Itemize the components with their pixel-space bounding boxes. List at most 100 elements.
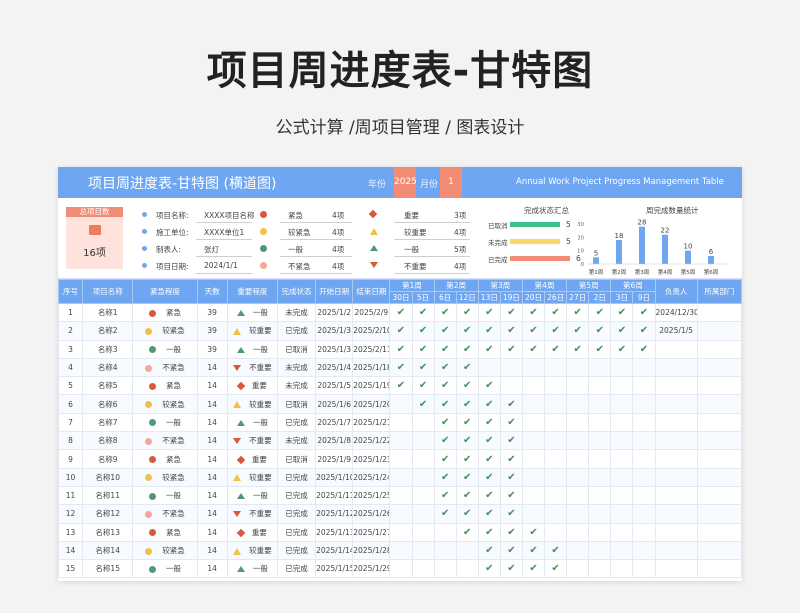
- gantt-cell[interactable]: ✔: [499, 412, 523, 433]
- cell-dept[interactable]: [696, 522, 742, 542]
- cell-start[interactable]: 2025/1/14: [315, 540, 354, 561]
- cell-urgency[interactable]: 较紧急: [132, 321, 198, 341]
- cell-status[interactable]: 未完成: [276, 357, 317, 378]
- gantt-cell[interactable]: ✔: [566, 302, 590, 323]
- cell-name[interactable]: 名称14: [82, 540, 134, 561]
- cell-name[interactable]: 名称10: [82, 467, 134, 487]
- gantt-cell[interactable]: [521, 412, 546, 433]
- gantt-cell[interactable]: [544, 504, 568, 524]
- cell-dept[interactable]: [696, 431, 742, 451]
- cell-importance[interactable]: 较重要: [226, 321, 278, 341]
- cell-urgency[interactable]: 一般: [132, 339, 198, 359]
- cell-name[interactable]: 名称2: [82, 321, 134, 341]
- cell-end[interactable]: 2025/1/28: [352, 540, 391, 561]
- gantt-cell[interactable]: ✔: [455, 449, 479, 469]
- cell-name[interactable]: 名称3: [82, 339, 134, 359]
- gantt-cell[interactable]: ✔: [544, 559, 568, 579]
- gantt-cell[interactable]: [389, 559, 413, 579]
- gantt-cell[interactable]: ✔: [455, 357, 479, 378]
- cell-status[interactable]: 已取消: [276, 394, 317, 414]
- gantt-cell[interactable]: ✔: [433, 504, 457, 524]
- cell-name[interactable]: 名称13: [82, 522, 134, 542]
- cell-dept[interactable]: [696, 540, 742, 561]
- gantt-cell[interactable]: [411, 431, 435, 451]
- cell-owner[interactable]: [654, 504, 698, 524]
- gantt-cell[interactable]: [588, 559, 612, 579]
- gantt-cell[interactable]: ✔: [632, 302, 656, 323]
- cell-dept[interactable]: [696, 394, 742, 414]
- gantt-cell[interactable]: [566, 522, 590, 542]
- cell-end[interactable]: 2025/2/9: [352, 302, 391, 323]
- gantt-cell[interactable]: [411, 412, 435, 433]
- gantt-cell[interactable]: ✔: [477, 431, 501, 451]
- gantt-cell[interactable]: ✔: [455, 522, 479, 542]
- gantt-cell[interactable]: ✔: [455, 302, 479, 323]
- gantt-cell[interactable]: ✔: [455, 485, 479, 506]
- cell-start[interactable]: 2025/1/6: [315, 394, 354, 414]
- gantt-cell[interactable]: [389, 449, 413, 469]
- cell-dept[interactable]: [696, 339, 742, 359]
- gantt-cell[interactable]: ✔: [499, 504, 523, 524]
- gantt-cell[interactable]: [544, 376, 568, 396]
- cell-importance[interactable]: 不重要: [226, 431, 278, 451]
- cell-name[interactable]: 名称4: [82, 357, 134, 378]
- gantt-cell[interactable]: [588, 485, 612, 506]
- cell-dept[interactable]: [696, 321, 742, 341]
- cell-urgency[interactable]: 不紧急: [132, 357, 198, 378]
- gantt-cell[interactable]: ✔: [411, 394, 435, 414]
- cell-importance[interactable]: 重要: [226, 376, 278, 396]
- gantt-cell[interactable]: ✔: [411, 302, 435, 323]
- cell-owner[interactable]: [654, 431, 698, 451]
- gantt-cell[interactable]: ✔: [632, 339, 656, 359]
- cell-urgency[interactable]: 一般: [132, 485, 198, 506]
- gantt-cell[interactable]: [411, 467, 435, 487]
- gantt-cell[interactable]: [566, 431, 590, 451]
- cell-urgency[interactable]: 紧急: [132, 449, 198, 469]
- gantt-cell[interactable]: ✔: [433, 431, 457, 451]
- gantt-cell[interactable]: [389, 485, 413, 506]
- gantt-cell[interactable]: ✔: [433, 357, 457, 378]
- gantt-cell[interactable]: [411, 504, 435, 524]
- gantt-cell[interactable]: ✔: [477, 504, 501, 524]
- cell-status[interactable]: 已完成: [276, 504, 317, 524]
- cell-owner[interactable]: 2025/1/5: [654, 321, 698, 341]
- gantt-cell[interactable]: ✔: [455, 339, 479, 359]
- gantt-cell[interactable]: [610, 540, 634, 561]
- cell-importance[interactable]: 一般: [226, 339, 278, 359]
- gantt-cell[interactable]: [544, 485, 568, 506]
- cell-dept[interactable]: [696, 559, 742, 579]
- gantt-cell[interactable]: [610, 376, 634, 396]
- gantt-cell[interactable]: [389, 412, 413, 433]
- gantt-cell[interactable]: ✔: [499, 559, 523, 579]
- cell-urgency[interactable]: 较紧急: [132, 540, 198, 561]
- gantt-cell[interactable]: ✔: [477, 449, 501, 469]
- gantt-cell[interactable]: [632, 449, 656, 469]
- gantt-cell[interactable]: ✔: [610, 321, 634, 341]
- gantt-cell[interactable]: [544, 394, 568, 414]
- gantt-cell[interactable]: ✔: [389, 376, 413, 396]
- gantt-cell[interactable]: ✔: [477, 485, 501, 506]
- cell-owner[interactable]: [654, 339, 698, 359]
- gantt-cell[interactable]: [632, 522, 656, 542]
- cell-name[interactable]: 名称1: [82, 302, 134, 323]
- gantt-cell[interactable]: [588, 431, 612, 451]
- gantt-cell[interactable]: [544, 357, 568, 378]
- cell-urgency[interactable]: 不紧急: [132, 431, 198, 451]
- month-value[interactable]: 1: [440, 167, 462, 198]
- cell-status[interactable]: 已完成: [276, 559, 317, 579]
- gantt-cell[interactable]: ✔: [477, 302, 501, 323]
- cell-start[interactable]: 2025/1/10: [315, 467, 354, 487]
- gantt-cell[interactable]: [610, 412, 634, 433]
- gantt-cell[interactable]: [566, 376, 590, 396]
- cell-start[interactable]: 2025/1/13: [315, 522, 354, 542]
- gantt-cell[interactable]: [566, 357, 590, 378]
- gantt-cell[interactable]: [544, 431, 568, 451]
- gantt-cell[interactable]: ✔: [477, 394, 501, 414]
- cell-importance[interactable]: 重要: [226, 522, 278, 542]
- gantt-cell[interactable]: ✔: [521, 559, 546, 579]
- gantt-cell[interactable]: [632, 467, 656, 487]
- gantt-cell[interactable]: ✔: [499, 467, 523, 487]
- cell-owner[interactable]: [654, 522, 698, 542]
- cell-name[interactable]: 名称6: [82, 394, 134, 414]
- cell-importance[interactable]: 一般: [226, 412, 278, 433]
